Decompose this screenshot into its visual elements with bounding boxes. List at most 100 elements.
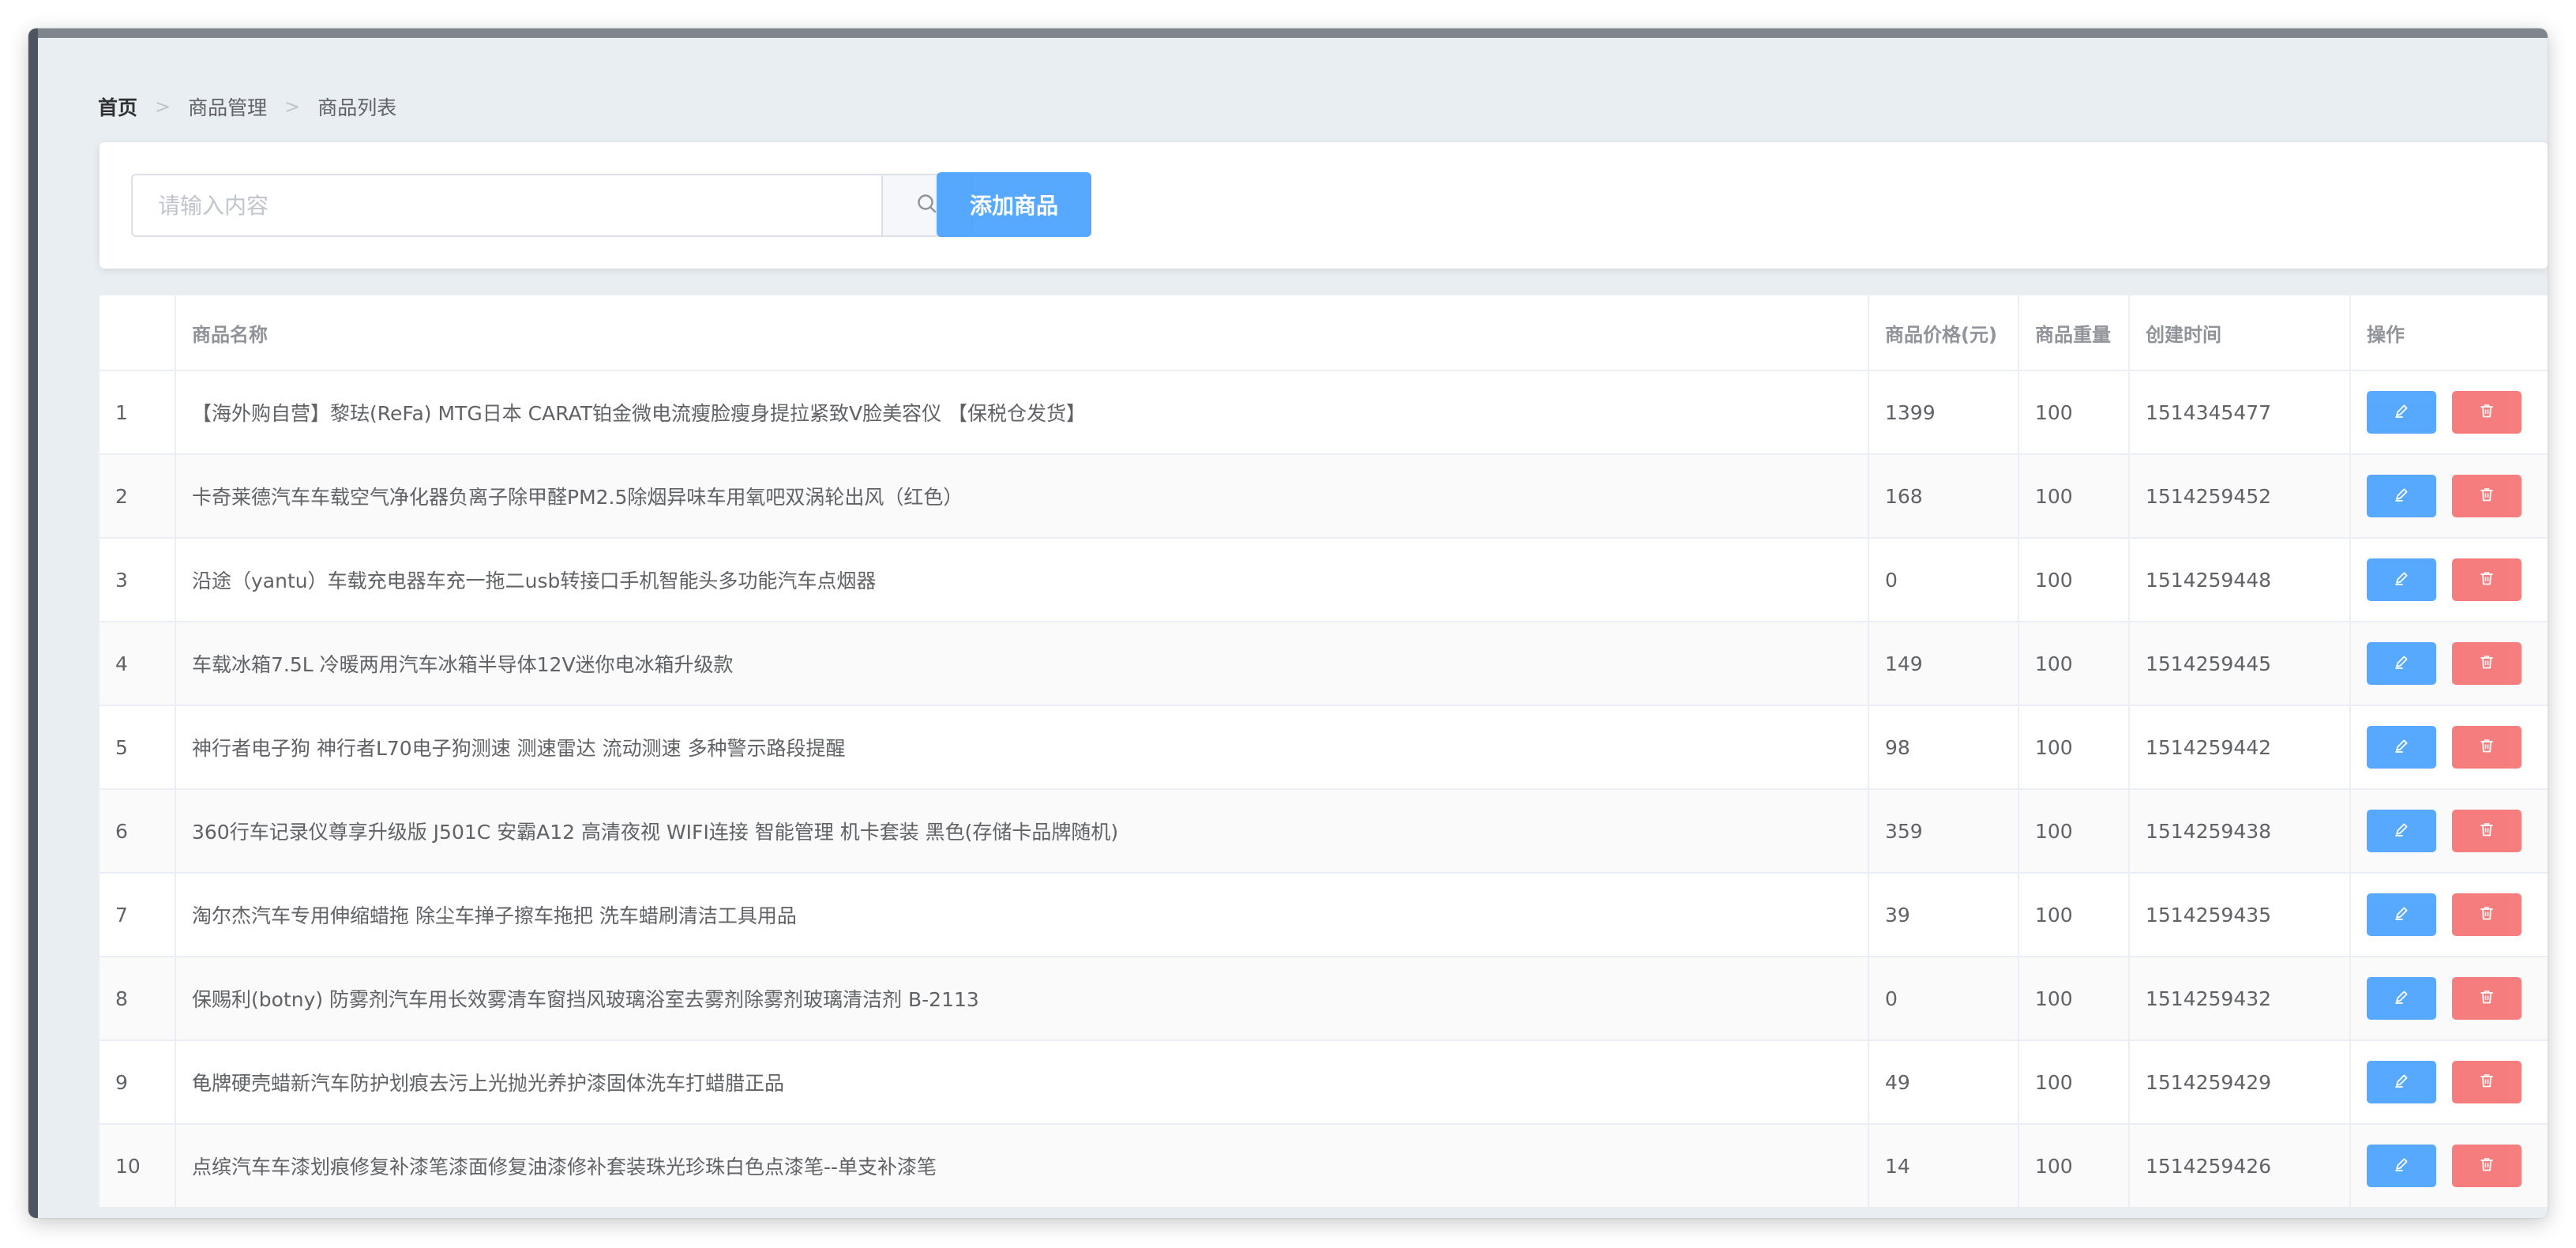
cell-actions [2350,1124,2548,1207]
row-actions [2367,726,2532,769]
delete-button[interactable] [2452,1145,2522,1187]
cell-actions [2350,454,2548,539]
row-actions [2367,810,2532,852]
cell-index: 4 [100,622,176,706]
table-row: 4 车载冰箱7.5L 冷暖两用汽车冰箱半导体12V迷你电冰箱升级款 149 100 15… [100,622,2548,706]
table-row: 6 360行车记录仪尊享升级版 J501C 安霸A12 高清夜视 WIFI连接 智… [100,789,2548,874]
table-row: 3 沿途（yantu）车载充电器车充一拖二usb转接口手机智能头多功能汽车点烟器 0… [100,538,2548,622]
column-header-index [100,295,176,371]
edit-button[interactable] [2367,391,2436,434]
edit-icon [2393,401,2410,424]
cell-weight: 100 [2018,957,2130,1041]
delete-button[interactable] [2452,810,2522,852]
table-row: 9 龟牌硬壳蜡新汽车防护划痕去污上光抛光养护漆固体洗车打蜡腊正品 49 100 1514… [100,1040,2548,1125]
cell-name: 保赐利(botny) 防雾剂汽车用长效雾清车窗挡风玻璃浴室去雾剂除雾剂玻璃清洁剂… [175,957,1869,1041]
cell-name: 淘尔杰汽车专用伸缩蜡拖 除尘车掸子擦车拖把 洗车蜡刷清洁工具用品 [175,873,1869,957]
delete-icon [2478,820,2495,843]
column-header-created: 创建时间 [2129,295,2351,371]
delete-icon [2478,987,2495,1010]
search-icon [916,193,938,218]
app-window: 首页 > 商品管理 > 商品列表 添加商品 [28,28,2548,1218]
cell-index: 7 [100,873,176,957]
edit-icon [2393,736,2410,759]
delete-button[interactable] [2452,726,2522,769]
cell-price: 168 [1868,454,2019,539]
search-group [131,174,973,237]
edit-button[interactable] [2367,893,2436,936]
table-row: 8 保赐利(botny) 防雾剂汽车用长效雾清车窗挡风玻璃浴室去雾剂除雾剂玻璃清洁… [100,957,2548,1041]
edit-icon [2393,485,2410,508]
delete-icon [2478,401,2495,424]
column-header-weight: 商品重量 [2018,295,2130,371]
cell-index: 6 [100,789,176,874]
edit-button[interactable] [2367,558,2436,601]
cell-actions [2350,789,2548,874]
cell-actions [2350,873,2548,957]
cell-name: 360行车记录仪尊享升级版 J501C 安霸A12 高清夜视 WIFI连接 智能… [175,789,1869,874]
cell-weight: 100 [2018,1124,2130,1207]
edit-icon [2393,904,2410,927]
table-row: 5 神行者电子狗 神行者L70电子狗测速 测速雷达 流动测速 多种警示路段提醒 98… [100,705,2548,790]
cell-price: 49 [1868,1040,2019,1125]
row-actions [2367,642,2532,685]
cell-name: 点缤汽车车漆划痕修复补漆笔漆面修复油漆修补套装珠光珍珠白色点漆笔--单支补漆笔 [175,1124,1869,1207]
breadcrumb-goods-list: 商品列表 [317,96,397,119]
cell-weight: 100 [2018,454,2130,539]
delete-icon [2478,652,2495,675]
delete-icon [2478,1155,2495,1178]
edit-icon [2393,1155,2410,1178]
delete-button[interactable] [2452,475,2522,517]
search-input[interactable] [133,175,881,235]
cell-price: 1399 [1868,370,2019,455]
cell-weight: 100 [2018,789,2130,874]
cell-price: 14 [1868,1124,2019,1207]
table-header-row: 商品名称 商品价格(元) 商品重量 创建时间 操作 [100,295,2548,371]
cell-created: 1514259429 [2129,1040,2351,1125]
cell-index: 9 [100,1040,176,1125]
delete-button[interactable] [2452,642,2522,685]
cell-created: 1514259426 [2129,1124,2351,1207]
cell-actions [2350,1040,2548,1125]
cell-weight: 100 [2018,873,2130,957]
cell-name: 神行者电子狗 神行者L70电子狗测速 测速雷达 流动测速 多种警示路段提醒 [175,705,1869,790]
edit-icon [2393,652,2410,675]
row-actions [2367,893,2532,936]
cell-index: 5 [100,705,176,790]
cell-actions [2350,705,2548,790]
edit-icon [2393,1071,2410,1094]
delete-button[interactable] [2452,893,2522,936]
edit-button[interactable] [2367,1061,2436,1103]
delete-button[interactable] [2452,558,2522,601]
cell-weight: 100 [2018,1040,2130,1125]
edit-button[interactable] [2367,810,2436,852]
add-goods-button[interactable]: 添加商品 [937,172,1091,237]
edit-button[interactable] [2367,1145,2436,1187]
cell-created: 1514259452 [2129,454,2351,539]
edit-icon [2393,987,2410,1010]
cell-name: 【海外购自营】黎珐(ReFa) MTG日本 CARAT铂金微电流瘦脸瘦身提拉紧致… [175,370,1869,455]
edit-button[interactable] [2367,726,2436,769]
breadcrumb-separator: > [284,96,301,118]
cell-created: 1514345477 [2129,370,2351,455]
breadcrumb-home[interactable]: 首页 [98,92,137,121]
row-actions [2367,391,2532,434]
cell-index: 1 [100,370,176,455]
table-row: 1 【海外购自营】黎珐(ReFa) MTG日本 CARAT铂金微电流瘦脸瘦身提拉紧… [100,370,2548,455]
column-header-name: 商品名称 [175,295,1869,371]
edit-button[interactable] [2367,475,2436,517]
cell-weight: 100 [2018,705,2130,790]
edit-icon [2393,569,2410,592]
goods-table: 商品名称 商品价格(元) 商品重量 创建时间 操作 1 【海外购自营】黎珐(ReF… [100,295,2548,1207]
edit-button[interactable] [2367,642,2436,685]
delete-button[interactable] [2452,391,2522,434]
cell-name: 卡奇莱德汽车车载空气净化器负离子除甲醛PM2.5除烟异味车用氧吧双涡轮出风（红色… [175,454,1869,539]
cell-name: 车载冰箱7.5L 冷暖两用汽车冰箱半导体12V迷你电冰箱升级款 [175,622,1869,706]
cell-weight: 100 [2018,538,2130,622]
cell-index: 3 [100,538,176,622]
delete-button[interactable] [2452,1061,2522,1103]
sidebar-edge [28,28,38,1218]
edit-button[interactable] [2367,977,2436,1020]
delete-button[interactable] [2452,977,2522,1020]
cell-actions [2350,370,2548,455]
cell-name: 沿途（yantu）车载充电器车充一拖二usb转接口手机智能头多功能汽车点烟器 [175,538,1869,622]
